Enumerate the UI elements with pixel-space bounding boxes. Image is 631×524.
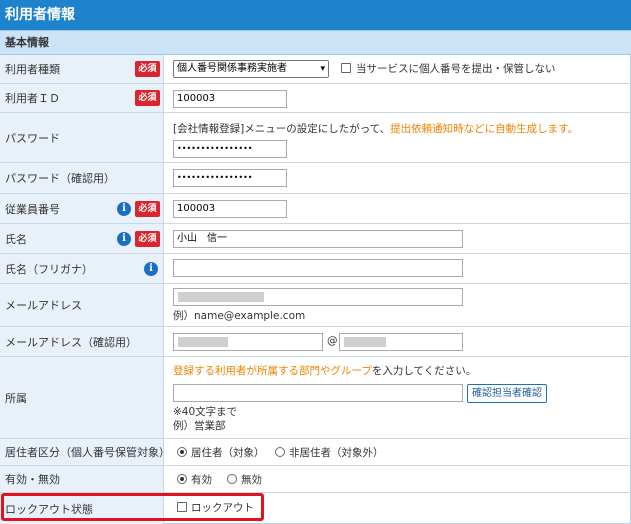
email-input[interactable] — [173, 288, 463, 306]
user-type-select[interactable]: 個人番号関係事務実施者 ▾ — [173, 60, 329, 78]
required-badge: 必須 — [135, 90, 160, 106]
redacted-value — [344, 337, 386, 347]
chevron-down-icon: ▾ — [320, 64, 325, 74]
row-email-confirm: メールアドレス（確認用） @ — [0, 327, 631, 357]
email-confirm-label: メールアドレス（確認用） — [5, 335, 137, 349]
row-residency: 居住者区分（個人番号保管対象） 居住者（対象） 非居住者（対象外） — [0, 439, 631, 466]
name-kana-label: 氏名（フリガナ） — [5, 262, 93, 276]
password-note-highlight: 提出依頼通知時などに自動生成します。 — [390, 123, 579, 135]
password-confirm-input[interactable]: •••••••••••••••• — [173, 169, 287, 187]
label-cell: 氏名（フリガナ） i — [0, 254, 164, 283]
row-user-type: 利用者種類 必須 個人番号関係事務実施者 ▾ 当サービスに個人番号を提出・保管し… — [0, 55, 631, 84]
resident-radio-label: 居住者（対象） — [191, 447, 265, 459]
label-cell: 所属 — [0, 357, 164, 438]
enabled-radio[interactable] — [177, 474, 187, 484]
value-cell: [会社情報登録]メニューの設定にしたがって、提出依頼通知時などに自動生成します。… — [165, 113, 631, 162]
value-cell: @ — [165, 327, 631, 356]
email-confirm-domain-input[interactable] — [339, 333, 463, 351]
label-cell: パスワード — [0, 113, 164, 162]
value-cell: 居住者（対象） 非居住者（対象外） — [165, 439, 631, 465]
non-resident-radio[interactable] — [275, 447, 285, 457]
email-example: 例）name@example.com — [173, 310, 306, 322]
user-type-select-value: 個人番号関係事務実施者 — [177, 63, 287, 74]
no-submit-checkbox[interactable] — [341, 63, 351, 73]
label-cell: パスワード（確認用） — [0, 163, 164, 193]
department-note: 登録する利用者が所属する部門やグループを入力してください。 — [173, 363, 476, 378]
section-header: 基本情報 — [0, 30, 631, 55]
employee-no-label: 従業員番号 — [5, 202, 60, 216]
value-cell: 小山 信一 — [165, 224, 631, 253]
password-confirm-label: パスワード（確認用） — [5, 172, 115, 185]
value-cell: 個人番号関係事務実施者 ▾ 当サービスに個人番号を提出・保管しない — [165, 55, 631, 83]
row-department: 所属 登録する利用者が所属する部門やグループを入力してください。 確認担当者確認… — [0, 357, 631, 439]
non-resident-radio-label: 非居住者（対象外） — [289, 447, 384, 459]
lockout-highlight-box — [1, 493, 264, 521]
employee-no-input[interactable]: 100003 — [173, 200, 287, 218]
row-user-id: 利用者ＩＤ 必須 100003 — [0, 84, 631, 113]
value-cell: •••••••••••••••• — [165, 163, 631, 193]
redacted-value — [178, 337, 228, 347]
no-submit-checkbox-label: 当サービスに個人番号を提出・保管しない — [356, 63, 556, 75]
label-cell: 利用者ＩＤ 必須 — [0, 84, 164, 112]
department-input[interactable] — [173, 384, 463, 402]
user-type-label: 利用者種類 — [5, 63, 60, 76]
row-status: 有効・無効 有効 無効 — [0, 466, 631, 493]
info-icon[interactable]: i — [117, 201, 131, 216]
label-cell: 従業員番号 i 必須 — [0, 194, 164, 223]
user-id-label: 利用者ＩＤ — [5, 92, 60, 105]
name-label: 氏名 — [5, 232, 27, 246]
password-note-prefix: [会社情報登録]メニューの設定にしたがって、 — [173, 123, 391, 135]
at-sign: @ — [327, 335, 338, 347]
required-badge: 必須 — [135, 61, 160, 77]
password-input[interactable]: •••••••••••••••• — [173, 140, 287, 158]
row-name: 氏名 i 必須 小山 信一 — [0, 224, 631, 254]
value-cell: 100003 — [165, 194, 631, 223]
row-password-confirm: パスワード（確認用） •••••••••••••••• — [0, 163, 631, 194]
info-icon[interactable]: i — [117, 231, 131, 246]
user-id-input[interactable]: 100003 — [173, 90, 287, 108]
email-confirm-local-input[interactable] — [173, 333, 323, 351]
enabled-radio-label: 有効 — [191, 474, 212, 486]
required-badge: 必須 — [135, 200, 160, 217]
disabled-radio[interactable] — [227, 474, 237, 484]
department-example: 例）営業部 — [173, 420, 226, 432]
confirm-approver-button[interactable]: 確認担当者確認 — [467, 384, 547, 403]
department-note-suffix: を入力してください。 — [371, 365, 477, 377]
email-label: メールアドレス — [5, 299, 82, 312]
label-cell: 氏名 i 必須 — [0, 224, 164, 253]
value-cell — [165, 254, 631, 283]
value-cell: 例）name@example.com — [165, 284, 631, 326]
residency-label: 居住者区分（個人番号保管対象） — [5, 446, 170, 459]
label-cell: 利用者種類 必須 — [0, 55, 164, 83]
department-note-highlight: 登録する利用者が所属する部門やグループ — [173, 365, 372, 377]
password-label: パスワード — [5, 131, 60, 145]
row-employee-no: 従業員番号 i 必須 100003 — [0, 194, 631, 224]
info-icon[interactable]: i — [144, 261, 158, 276]
value-cell: 有効 無効 — [165, 466, 631, 492]
label-cell: メールアドレス — [0, 284, 164, 326]
name-input[interactable]: 小山 信一 — [173, 230, 463, 248]
department-label: 所属 — [5, 391, 27, 405]
label-cell: メールアドレス（確認用） — [0, 327, 164, 356]
status-label: 有効・無効 — [5, 473, 60, 486]
department-limit: ※40文字まで — [173, 406, 238, 418]
required-badge: 必須 — [135, 230, 160, 247]
label-cell: 居住者区分（個人番号保管対象） — [0, 439, 170, 465]
row-name-kana: 氏名（フリガナ） i — [0, 254, 631, 284]
name-kana-input[interactable] — [173, 259, 463, 277]
label-cell: 有効・無効 — [0, 466, 164, 492]
password-note: [会社情報登録]メニューの設定にしたがって、提出依頼通知時などに自動生成します。 — [173, 121, 578, 136]
disabled-radio-label: 無効 — [241, 474, 262, 486]
value-cell: 登録する利用者が所属する部門やグループを入力してください。 確認担当者確認 ※4… — [165, 357, 631, 438]
redacted-value — [178, 292, 264, 302]
value-cell: 100003 — [165, 84, 631, 112]
row-password: パスワード [会社情報登録]メニューの設定にしたがって、提出依頼通知時などに自動… — [0, 113, 631, 163]
resident-radio[interactable] — [177, 447, 187, 457]
row-email: メールアドレス 例）name@example.com — [0, 284, 631, 327]
page-title: 利用者情報 — [0, 0, 631, 30]
